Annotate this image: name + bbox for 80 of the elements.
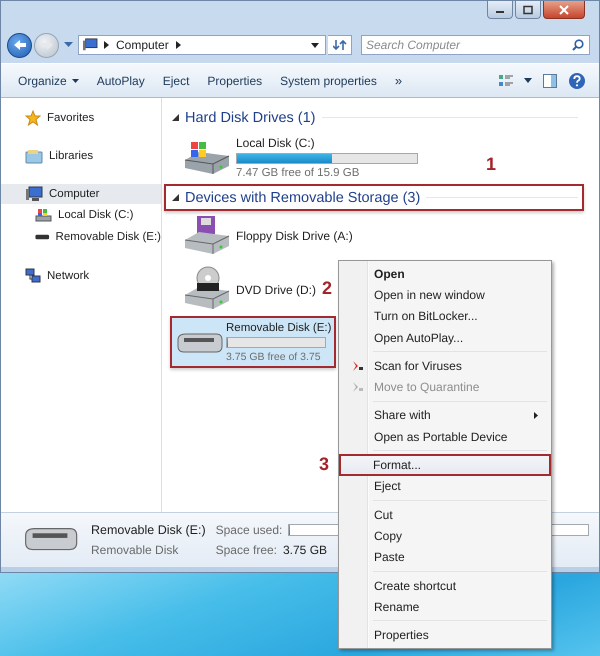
details-name: Removable Disk (E:) <box>91 523 206 537</box>
caret-icon[interactable] <box>524 78 532 83</box>
nav-item[interactable]: Local Disk (C:) <box>1 204 161 226</box>
toolbar-button[interactable]: Properties <box>198 70 272 92</box>
drive-name: Removable Disk (E:) <box>226 322 332 334</box>
recent-pages-caret-icon[interactable] <box>64 42 73 48</box>
space-free-label: Space free: <box>216 543 277 557</box>
library-icon <box>25 148 43 164</box>
nav-item[interactable]: Network <box>1 266 161 286</box>
menu-item[interactable]: Scan for Viruses <box>341 355 549 376</box>
more-commands-button[interactable]: » <box>386 69 412 92</box>
free-space-text: 7.47 GB free of 15.9 GB <box>236 167 360 179</box>
details-type: Removable Disk <box>91 543 180 557</box>
drive-name: Local Disk (C:) <box>236 136 315 150</box>
menu-item[interactable]: Properties <box>341 624 549 646</box>
maximize-button[interactable] <box>515 1 541 19</box>
nav-item[interactable]: Libraries <box>1 146 161 166</box>
chevron-icon <box>104 41 109 49</box>
nav-item[interactable]: Removable Disk (E:) <box>1 226 161 248</box>
toolbar-button[interactable]: System properties <box>271 70 386 92</box>
drive-name: Floppy Disk Drive (A:) <box>236 229 353 243</box>
minimize-button[interactable] <box>487 1 513 19</box>
menu-item[interactable]: Paste <box>341 546 549 568</box>
hard-drive-icon <box>35 208 52 222</box>
group-title: Devices with Removable Storage (3) <box>185 190 420 206</box>
menu-item[interactable]: Format... <box>339 454 551 476</box>
antivirus-icon <box>352 360 364 372</box>
view-options-icon[interactable] <box>498 74 514 88</box>
refresh-button[interactable] <box>328 35 352 55</box>
star-icon <box>25 110 41 126</box>
refresh-icon <box>332 39 346 51</box>
menu-item[interactable]: Open <box>341 263 549 284</box>
address-bar[interactable]: Computer <box>78 35 326 55</box>
antivirus-icon <box>352 381 364 394</box>
expand-triangle-icon <box>172 114 179 121</box>
close-icon <box>558 4 570 14</box>
network-icon <box>25 268 41 284</box>
caret-icon <box>72 78 79 82</box>
menu-item[interactable]: Share with <box>341 404 549 426</box>
menu-item[interactable]: Open as Portable Device <box>341 426 549 448</box>
menu-item[interactable]: Open AutoPlay... <box>341 326 549 348</box>
back-arrow-icon <box>12 39 26 51</box>
menu-item[interactable]: Open in new window <box>341 284 549 306</box>
organize-menu[interactable]: Organize <box>9 70 88 92</box>
menu-item[interactable]: Turn on BitLocker... <box>341 306 549 327</box>
menu-item[interactable]: Create shortcut <box>341 574 549 596</box>
toolbar-button[interactable]: Eject <box>154 70 198 92</box>
computer-icon <box>25 186 43 202</box>
removable-drive-icon <box>35 234 50 240</box>
drive-tile[interactable]: Floppy Disk Drive (A:) <box>170 211 430 261</box>
menu-item[interactable]: Copy <box>341 525 549 547</box>
nav-item[interactable]: Computer <box>1 184 161 204</box>
back-button[interactable] <box>7 32 32 58</box>
nav-item[interactable]: Favorites <box>1 108 161 128</box>
preview-pane-icon[interactable] <box>542 72 558 88</box>
step-number: 2 <box>322 278 332 299</box>
expand-triangle-icon <box>172 194 179 201</box>
drive-tile[interactable]: Removable Disk (E:) 3.75 GB free of 3.75 <box>170 316 336 368</box>
drive-name: DVD Drive (D:) <box>236 283 316 297</box>
chevron-icon <box>176 41 181 49</box>
group-header[interactable]: Hard Disk Drives (1) <box>164 104 584 131</box>
menu-item[interactable]: Cut <box>341 504 549 526</box>
caret-icon[interactable] <box>311 42 319 48</box>
close-button[interactable] <box>543 1 585 19</box>
maximize-icon <box>522 4 534 14</box>
space-free-value: 3.75 GB <box>283 543 328 557</box>
toolbar-button[interactable]: AutoPlay <box>88 70 154 92</box>
step-number: 1 <box>486 154 496 175</box>
breadcrumb[interactable]: Computer <box>115 38 170 52</box>
search-icon <box>572 39 584 51</box>
space-used-label: Space used: <box>216 523 282 537</box>
forward-arrow-icon <box>40 39 54 51</box>
step-number: 3 <box>319 454 330 476</box>
help-icon[interactable] <box>568 72 586 90</box>
free-space-text: 3.75 GB free of 3.75 <box>226 350 322 362</box>
menu-item[interactable]: Eject <box>341 476 549 497</box>
group-title: Hard Disk Drives (1) <box>185 110 316 126</box>
menu-item[interactable]: Rename <box>341 596 549 618</box>
search-field[interactable]: Search Computer <box>361 35 590 55</box>
computer-icon <box>82 38 98 52</box>
